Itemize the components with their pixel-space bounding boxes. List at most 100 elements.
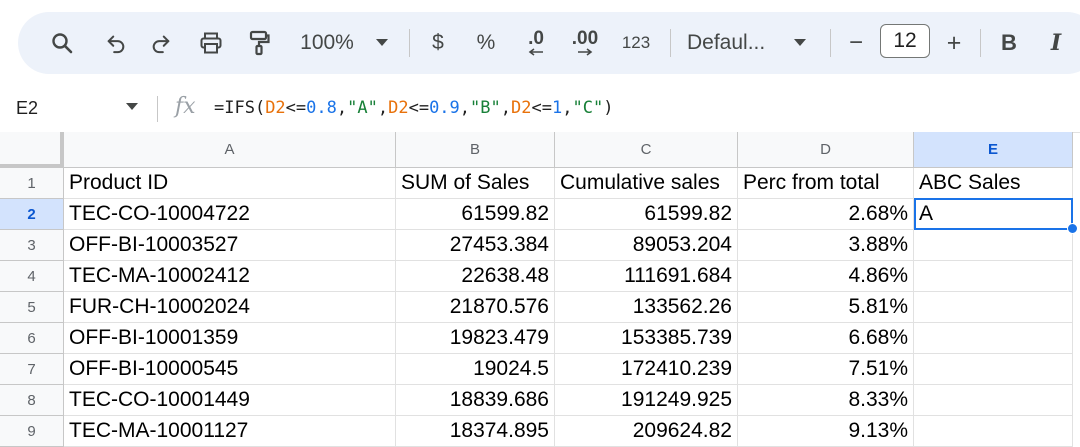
row-header-3[interactable]: 3 [0,230,64,261]
row-header-1[interactable]: 1 [0,168,64,199]
name-box-dropdown-icon[interactable] [126,103,138,111]
cell-b2[interactable]: 61599.82 [396,199,555,230]
row-header-5[interactable]: 5 [0,292,64,323]
zoom-select[interactable]: 100% [295,12,359,74]
cell-e6[interactable] [914,323,1073,354]
formula-token: <= [408,98,430,118]
cell-d6[interactable]: 6.68% [738,323,914,354]
name-box[interactable]: E2 [16,84,38,132]
cell-a9[interactable]: TEC-MA-10001127 [64,416,396,447]
cell-a8[interactable]: TEC-CO-10001449 [64,385,396,416]
number-format-button[interactable]: 123 [618,12,654,74]
cell-b3[interactable]: 27453.384 [396,230,555,261]
increase-decimal-button[interactable]: .00 [566,12,604,74]
bold-icon: B [1001,30,1017,55]
currency-format-button[interactable]: $ [426,12,450,74]
paint-format-icon[interactable] [243,12,275,74]
formula-token: , [377,98,389,118]
row-header-2[interactable]: 2 [0,199,64,230]
font-size-decrease-button[interactable]: − [844,12,868,74]
cell-b8[interactable]: 18839.686 [396,385,555,416]
cell-e1[interactable]: ABC Sales [914,168,1073,199]
search-icon[interactable] [46,12,78,74]
bold-button[interactable]: B [997,12,1021,74]
column-header-e[interactable]: E [914,132,1073,168]
cell-e7[interactable] [914,354,1073,385]
font-family-select[interactable]: Defaul... [687,12,777,74]
cell-e9[interactable] [914,416,1073,447]
zoom-dropdown-icon[interactable] [372,12,392,74]
cell-d8[interactable]: 8.33% [738,385,914,416]
cell-d4[interactable]: 4.86% [738,261,914,292]
cell-c2[interactable]: 61599.82 [555,199,738,230]
formula-token: 1 [551,98,563,118]
font-family-value: Defaul... [687,31,766,54]
cell-c9[interactable]: 209624.82 [555,416,738,447]
cell-b4[interactable]: 22638.48 [396,261,555,292]
cell-d7[interactable]: 7.51% [738,354,914,385]
cell-a4[interactable]: TEC-MA-10002412 [64,261,396,292]
cell-e8[interactable] [914,385,1073,416]
cell-b5[interactable]: 21870.576 [396,292,555,323]
cell-a3[interactable]: OFF-BI-10003527 [64,230,396,261]
column-header-d[interactable]: D [738,132,914,168]
cell-c4[interactable]: 111691.684 [555,261,738,292]
cell-c1[interactable]: Cumulative sales [555,168,738,199]
undo-icon[interactable] [100,12,132,74]
row-header-4[interactable]: 4 [0,261,64,292]
formula-token: D2 [388,98,409,118]
cell-a1[interactable]: Product ID [64,168,396,199]
cell-e5[interactable] [914,292,1073,323]
font-size-input[interactable]: 12 [880,24,930,58]
formula-token: 0.9 [429,98,460,118]
cell-c6[interactable]: 153385.739 [555,323,738,354]
cell-d2[interactable]: 2.68% [738,199,914,230]
name-box-value: E2 [16,98,39,118]
cell-b6[interactable]: 19823.479 [396,323,555,354]
italic-button[interactable]: I [1044,12,1068,74]
cell-b9[interactable]: 18374.895 [396,416,555,447]
cell-c5[interactable]: 133562.26 [555,292,738,323]
select-all-corner[interactable] [0,132,64,168]
font-dropdown-icon[interactable] [790,12,810,74]
toolbar-divider [830,29,831,57]
decrease-decimal-button[interactable]: .0 [518,12,554,74]
cell-d3[interactable]: 3.88% [738,230,914,261]
cell-a5[interactable]: FUR-CH-10002024 [64,292,396,323]
column-header-a[interactable]: A [64,132,396,168]
currency-label: $ [432,31,444,54]
cell-c3[interactable]: 89053.204 [555,230,738,261]
print-icon[interactable] [195,12,227,74]
cell-a6[interactable]: OFF-BI-10001359 [64,323,396,354]
cell-c7[interactable]: 172410.239 [555,354,738,385]
cell-e2[interactable]: A [914,199,1073,230]
row-header-8[interactable]: 8 [0,385,64,416]
cell-a2[interactable]: TEC-CO-10004722 [64,199,396,230]
italic-icon: I [1050,30,1062,56]
arrow-left-icon [528,48,543,56]
cell-d1[interactable]: Perc from total [738,168,914,199]
fill-handle[interactable] [1067,223,1078,234]
formula-bar: E2 fx =IFS(D2<=0.8,"A",D2<=0.9,"B",D2<=1… [0,84,1080,133]
cell-d9[interactable]: 9.13% [738,416,914,447]
column-header-b[interactable]: B [396,132,555,168]
cell-b7[interactable]: 19024.5 [396,354,555,385]
redo-icon[interactable] [145,12,177,74]
row-header-9[interactable]: 9 [0,416,64,447]
cell-d5[interactable]: 5.81% [738,292,914,323]
font-size-increase-button[interactable]: + [942,12,966,74]
formula-input[interactable]: =IFS(D2<=0.8,"A",D2<=0.9,"B",D2<=1,"C") [214,84,613,132]
formula-token: , [459,98,471,118]
cell-e4[interactable] [914,261,1073,292]
row-header-7[interactable]: 7 [0,354,64,385]
row-header-6[interactable]: 6 [0,323,64,354]
percent-format-button[interactable]: % [474,12,498,74]
formula-token: "C" [572,98,604,118]
cell-a7[interactable]: OFF-BI-10000545 [64,354,396,385]
percent-label: % [476,31,496,54]
cell-c8[interactable]: 191249.925 [555,385,738,416]
column-header-c[interactable]: C [555,132,738,168]
formula-token: 0.8 [306,98,337,118]
cell-e3[interactable] [914,230,1073,261]
cell-b1[interactable]: SUM of Sales [396,168,555,199]
